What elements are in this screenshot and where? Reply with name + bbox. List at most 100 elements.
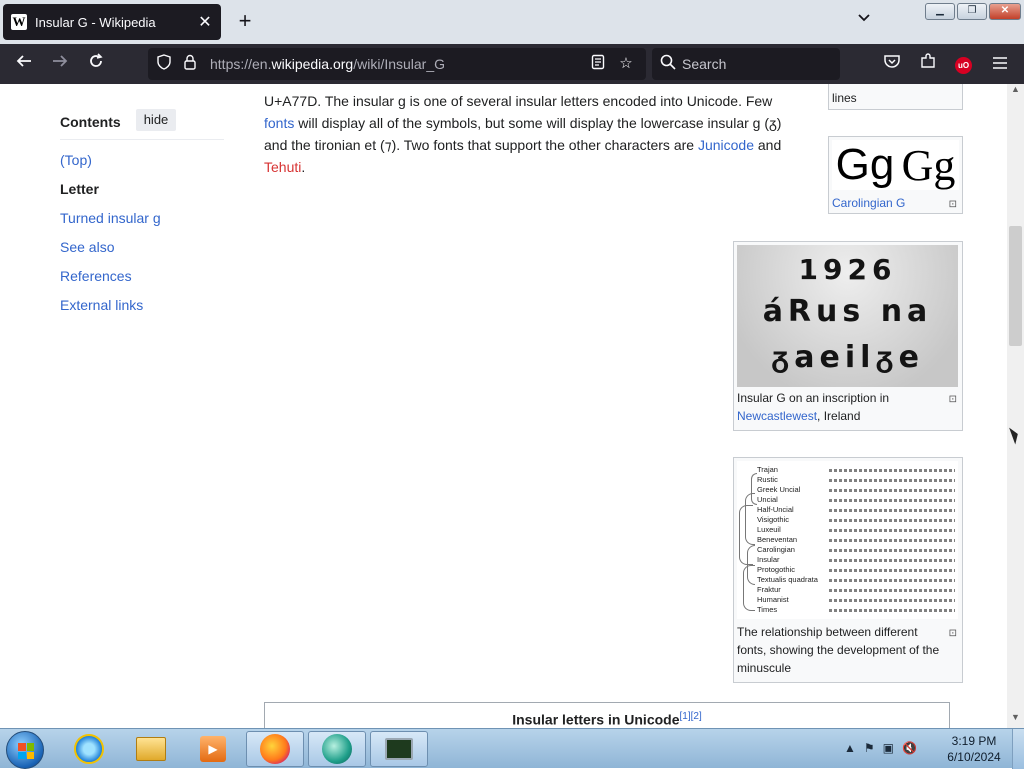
monitor-icon <box>385 738 413 760</box>
enlarge-icon[interactable]: ⊡ <box>949 391 957 409</box>
address-bar[interactable]: https://en.wikipedia.org/wiki/Insular_G … <box>148 48 646 80</box>
close-window-button[interactable]: ✕ <box>989 3 1021 20</box>
diagram-row: Rustic <box>737 475 958 485</box>
figure-minuscule-evolution: Trajan Rustic Greek Uncial Uncial Half-Uncia… <box>733 457 963 683</box>
inscription-photo[interactable]: 1926 áRus na ᵹaeilᵹe <box>737 245 958 387</box>
diagram-row: Humanist <box>737 595 958 605</box>
firefox-icon <box>260 734 290 764</box>
diagram-alphabet-sample <box>829 569 955 572</box>
list-all-tabs-chevron-icon[interactable] <box>853 10 875 32</box>
internet-explorer-icon <box>74 734 104 764</box>
diagram-label: Luxeuil <box>757 525 781 534</box>
toc-heading: Contents <box>60 114 121 130</box>
figure-caption: lines <box>832 91 857 105</box>
figure-caption: Carolingian G ⊡ <box>832 194 959 212</box>
close-tab-icon[interactable]: ✕ <box>197 12 213 32</box>
search-icon <box>658 54 678 74</box>
restore-button[interactable]: ❐ <box>957 3 987 20</box>
diagram-label: Times <box>757 605 778 614</box>
diagram-row: Times <box>737 605 958 615</box>
toc-item-turned-insular-g[interactable]: Turned insular g <box>60 210 161 226</box>
diagram-label: Fraktur <box>757 585 781 594</box>
diagram-label: Uncial <box>757 495 778 504</box>
taskbar-media-player[interactable]: ▶ <box>184 731 242 767</box>
taskbar-firefox[interactable] <box>246 731 304 767</box>
minuscule-evolution-diagram[interactable]: Trajan Rustic Greek Uncial Uncial Half-Uncia… <box>737 461 958 619</box>
diagram-row: Greek Uncial <box>737 485 958 495</box>
diagram-alphabet-sample <box>829 489 955 492</box>
diagram-alphabet-sample <box>829 549 955 552</box>
hamburger-menu-icon[interactable] <box>988 52 1012 76</box>
show-desktop-button[interactable] <box>1012 729 1024 769</box>
reader-view-icon[interactable] <box>588 54 608 74</box>
pocket-icon[interactable] <box>880 52 904 76</box>
show-hidden-icons-icon[interactable]: ▲ <box>844 741 856 755</box>
padlock-icon[interactable] <box>180 54 200 74</box>
diagram-label: Rustic <box>757 475 778 484</box>
link-junicode[interactable]: Junicode <box>698 137 754 153</box>
diagram-label: Carolingian <box>757 545 795 554</box>
link-tehuti[interactable]: Tehuti <box>264 159 301 175</box>
bookmark-star-icon[interactable]: ☆ <box>616 54 636 74</box>
ublock-origin-icon[interactable]: uO <box>955 57 972 74</box>
media-player-icon: ▶ <box>200 736 226 762</box>
enlarge-icon[interactable]: ⊡ <box>949 625 957 643</box>
search-input[interactable]: Search <box>652 48 840 80</box>
start-button[interactable] <box>6 731 44 769</box>
reference-links[interactable]: [1][2] <box>680 711 702 722</box>
toc-hide-button[interactable]: hide <box>136 109 176 131</box>
enlarge-icon[interactable]: ⊡ <box>949 196 957 214</box>
diagram-label: Insular <box>757 555 780 564</box>
scroll-up-arrow-icon[interactable]: ▲ <box>1007 84 1024 98</box>
diagram-alphabet-sample <box>829 479 955 482</box>
taskbar-internet-explorer[interactable] <box>60 731 118 767</box>
diagram-alphabet-sample <box>829 519 955 522</box>
link-fonts[interactable]: fonts <box>264 115 294 131</box>
windows-taskbar: ▶ ▲ ⚑ ▣ 🔇 3:19 PM 6/10/2024 <box>0 728 1024 769</box>
link-carolingian-g[interactable]: Carolingian G <box>832 196 905 210</box>
diagram-alphabet-sample <box>829 469 955 472</box>
back-arrow-icon[interactable] <box>12 52 36 76</box>
article-paragraph: U+A77D. The insular g is one of several … <box>264 93 782 175</box>
toc-divider <box>60 139 224 140</box>
diagram-alphabet-sample <box>829 589 955 592</box>
diagram-alphabet-sample <box>829 609 955 612</box>
volume-muted-icon[interactable]: 🔇 <box>902 741 917 755</box>
diagram-row: Protogothic <box>737 565 958 575</box>
diagram-label: Protogothic <box>757 565 795 574</box>
clock-date: 6/10/2024 <box>947 750 1001 764</box>
diagram-label: Textualis quadrata <box>757 575 818 584</box>
figure-previous: lines <box>828 84 963 110</box>
taskbar-system-monitor[interactable] <box>370 731 428 767</box>
action-center-flag-icon[interactable]: ⚑ <box>864 741 875 755</box>
toc-item-top[interactable]: (Top) <box>60 152 92 168</box>
toc-item-see-also[interactable]: See also <box>60 239 114 255</box>
reload-icon[interactable] <box>84 52 108 76</box>
taskbar-media-app[interactable] <box>308 731 366 767</box>
taskbar-clock[interactable]: 3:19 PM 6/10/2024 <box>944 733 1004 765</box>
toc-item-external-links[interactable]: External links <box>60 297 143 313</box>
diagram-row: Insular <box>737 555 958 565</box>
tab-insular-g[interactable]: W Insular G - Wikipedia ✕ <box>3 4 221 40</box>
tracking-protection-shield-icon[interactable] <box>154 54 174 74</box>
navigation-toolbar: https://en.wikipedia.org/wiki/Insular_G … <box>0 44 1024 84</box>
toc-item-references[interactable]: References <box>60 268 132 284</box>
scrollbar-thumb[interactable] <box>1009 226 1022 346</box>
forward-arrow-icon[interactable] <box>48 52 72 76</box>
minimize-button[interactable]: ▁ <box>925 3 955 20</box>
diagram-row: Uncial <box>737 495 958 505</box>
toc-item-letter[interactable]: Letter <box>60 181 99 197</box>
scroll-down-arrow-icon[interactable]: ▼ <box>1007 712 1024 726</box>
windows-logo-icon <box>18 743 34 759</box>
network-icon[interactable]: ▣ <box>883 741 894 755</box>
carolingian-g-image[interactable]: Gg Gg <box>832 140 959 190</box>
extensions-puzzle-icon[interactable] <box>916 52 940 76</box>
vertical-scrollbar[interactable]: ▲ ▼ <box>1007 84 1024 728</box>
new-tab-button[interactable]: + <box>233 9 257 35</box>
link-newcastlewest[interactable]: Newcastlewest <box>737 409 817 423</box>
diagram-alphabet-sample <box>829 559 955 562</box>
diagram-label: Beneventan <box>757 535 798 544</box>
figure-caption: Insular G on an inscription in Newcastle… <box>737 391 957 423</box>
taskbar-file-explorer[interactable] <box>122 731 180 767</box>
diagram-row: Visigothic <box>737 515 958 525</box>
